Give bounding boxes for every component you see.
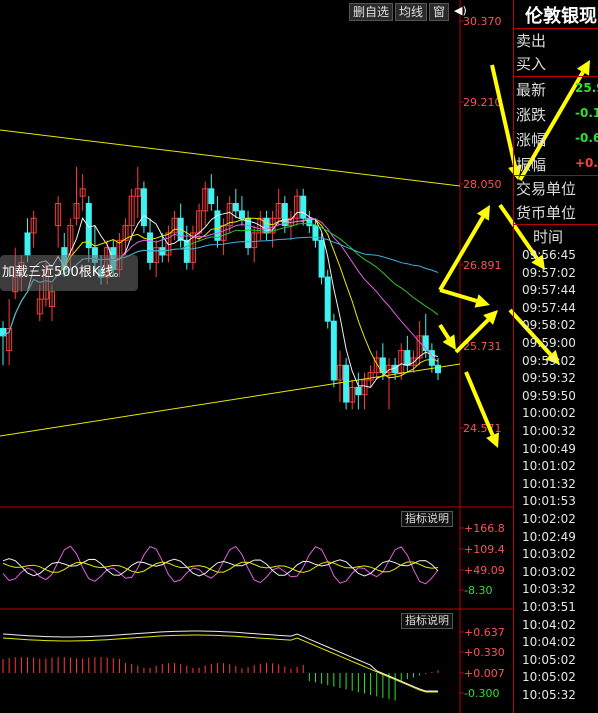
time-item: 10:05:02 <box>522 652 576 667</box>
instrument-title: 伦敦银现 <box>525 6 597 27</box>
amplitude-label: 振幅 <box>516 156 547 174</box>
time-item: 10:01:32 <box>522 476 576 491</box>
time-item: 10:05:02 <box>522 670 576 685</box>
candle-body <box>85 203 92 249</box>
time-item: 10:01:02 <box>522 459 576 474</box>
change-value: -0.1 <box>575 106 598 120</box>
time-item: 10:03:51 <box>522 600 576 614</box>
latest-value: 25.9 <box>575 81 598 95</box>
macd-signal-line <box>2 630 438 692</box>
time-item: 09:59:00 <box>522 336 576 350</box>
time-item: 10:03:02 <box>522 564 576 579</box>
sub2-tick-label: +0.637 <box>464 626 505 639</box>
change-pct-label: 涨幅 <box>516 131 547 149</box>
sub1-tick-label: +109.4 <box>464 543 505 556</box>
divider <box>514 175 598 176</box>
change-pct-value: -0.6 <box>575 131 598 145</box>
candle-body <box>343 364 350 403</box>
divider <box>514 76 598 77</box>
candle-body <box>318 239 325 278</box>
sub1-tick-label: +49.09 <box>464 564 505 577</box>
time-item: 09:58:02 <box>522 318 576 333</box>
sub2-tick-label: +0.007 <box>464 667 505 680</box>
sub2-tick-label: -0.300 <box>464 687 499 700</box>
price-tick-label: 29.210 <box>463 96 502 109</box>
time-item: 10:03:02 <box>522 547 576 562</box>
window-button[interactable]: 窗 <box>429 3 450 21</box>
change-label: 涨跌 <box>516 106 547 124</box>
time-item: 09:57:44 <box>522 300 576 315</box>
macd-line <box>2 634 438 693</box>
candle-body <box>245 217 252 249</box>
candle-body <box>232 203 239 212</box>
candle-body <box>312 225 319 241</box>
time-item: 09:59:02 <box>522 353 576 368</box>
amplitude-value: +0.8 <box>575 156 598 170</box>
currency-unit-label: 货币单位 <box>516 204 577 222</box>
price-tick-label: 28.050 <box>463 178 502 191</box>
candle-body <box>208 188 215 205</box>
trend-line-lower <box>0 363 461 437</box>
candle-body <box>183 239 190 263</box>
time-item: 10:02:49 <box>522 529 576 544</box>
speaker-icon[interactable]: ◀) <box>451 3 470 21</box>
candle-body <box>147 232 154 263</box>
time-header: 时间 <box>533 228 564 246</box>
annotation-arrow <box>438 205 490 292</box>
candle-body <box>435 364 441 374</box>
divider <box>514 224 598 225</box>
time-item: 09:59:32 <box>522 371 576 386</box>
candle-body <box>324 276 331 322</box>
time-item: 10:02:02 <box>522 512 576 526</box>
chart-canvas[interactable]: 30.37029.21028.05026.89125.73124.571+166… <box>0 0 598 713</box>
annotation-arrow <box>439 288 490 308</box>
moving-average-button[interactable]: 均线 <box>395 3 428 21</box>
time-item: 10:03:32 <box>522 582 576 597</box>
delete-watchlist-button[interactable]: 删自选 <box>349 3 394 21</box>
annotation-arrow <box>438 323 456 350</box>
status-tooltip: 加载三近500根K线。 <box>0 255 138 291</box>
trend-line-upper <box>0 129 461 187</box>
candle-body <box>24 232 31 256</box>
sub1-tick-label: -8.30 <box>464 584 492 597</box>
candle-body <box>330 320 337 381</box>
trade-unit-label: 交易单位 <box>516 180 577 198</box>
sub2-tick-label: +0.330 <box>464 646 505 659</box>
price-tick-label: 24.571 <box>463 422 502 435</box>
time-item: 10:04:02 <box>522 635 576 650</box>
time-item: 10:00:02 <box>522 406 576 421</box>
candle-body <box>355 386 362 396</box>
time-item: 09:59:50 <box>522 388 576 403</box>
time-item: 09:57:44 <box>522 283 576 298</box>
price-tick-label: 26.891 <box>463 259 502 272</box>
time-item: 10:04:02 <box>522 617 576 632</box>
candle-body <box>263 217 270 234</box>
indicator-help-button-2[interactable]: 指标说明 <box>401 613 453 629</box>
candle-body <box>404 350 411 366</box>
time-item: 09:56:45 <box>522 248 576 262</box>
time-item: 09:57:02 <box>522 265 576 280</box>
divider <box>514 28 598 29</box>
time-item: 10:00:49 <box>522 441 576 456</box>
indicator-help-button-1[interactable]: 指标说明 <box>401 511 453 527</box>
time-item: 10:00:32 <box>522 424 576 438</box>
sell-label: 卖出 <box>516 32 547 50</box>
sub1-tick-label: +166.8 <box>464 522 505 535</box>
latest-label: 最新 <box>516 81 547 99</box>
candle-body <box>281 203 288 227</box>
time-item: 10:01:53 <box>522 494 576 509</box>
buy-label: 买入 <box>516 55 547 73</box>
annotation-arrow <box>464 371 500 448</box>
chart-toolbar: 删自选 均线 窗 ◀) <box>349 3 470 21</box>
candle-body <box>140 188 147 227</box>
candle-body <box>238 210 245 219</box>
time-item: 10:05:32 <box>522 688 576 702</box>
candle-body <box>300 195 307 219</box>
